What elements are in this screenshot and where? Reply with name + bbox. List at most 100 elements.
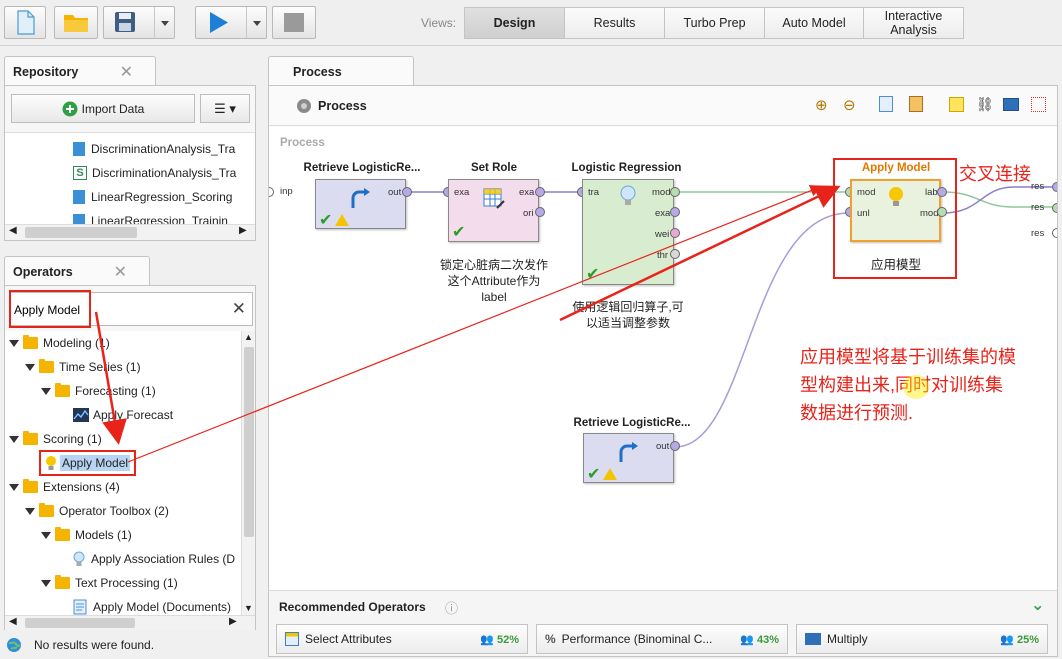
info-icon[interactable]: ⓘ bbox=[445, 598, 458, 617]
logreg-thr-out-port[interactable] bbox=[670, 249, 680, 259]
tree-node-text-processing[interactable]: Text Processing (1) bbox=[41, 572, 178, 594]
logreg-mod-out-port[interactable] bbox=[670, 187, 680, 197]
run-dropdown-arrow[interactable] bbox=[246, 7, 266, 38]
success-check-icon: ✔ bbox=[587, 466, 601, 483]
view-tab-design[interactable]: Design bbox=[464, 7, 565, 39]
tree-node-scoring[interactable]: Scoring (1) bbox=[9, 428, 102, 450]
tree-node-apply-forecast[interactable]: Apply Forecast bbox=[73, 404, 173, 426]
recommended-performance[interactable]: % Performance (Binominal C... 👥 43% bbox=[536, 624, 788, 654]
operators-horizontal-scrollbar[interactable]: ◀ ▶ bbox=[5, 615, 255, 630]
expand-triangle-icon[interactable] bbox=[41, 387, 51, 395]
scroll-right-icon[interactable]: ▶ bbox=[239, 225, 247, 236]
apply-mod-out-port[interactable] bbox=[937, 207, 947, 217]
scroll-thumb[interactable] bbox=[25, 618, 135, 628]
recommended-multiply[interactable]: Multiply 👥 25% bbox=[796, 624, 1048, 654]
setrole-ori-out-port[interactable] bbox=[535, 207, 545, 217]
tree-node-forecasting[interactable]: Forecasting (1) bbox=[41, 380, 156, 402]
tree-node-modeling[interactable]: Modeling (1) bbox=[9, 332, 110, 354]
view-tab-auto-model[interactable]: Auto Model bbox=[764, 7, 864, 39]
operators-tab-label: Operators bbox=[13, 265, 73, 279]
logreg-wei-out-port[interactable] bbox=[670, 228, 680, 238]
clear-search-icon[interactable]: ✕ bbox=[232, 299, 246, 319]
recommended-select-attributes[interactable]: Select Attributes 👥 52% bbox=[276, 624, 528, 654]
expand-triangle-icon[interactable] bbox=[41, 579, 51, 587]
scroll-left-icon[interactable]: ◀ bbox=[9, 225, 17, 236]
expand-triangle-icon[interactable] bbox=[25, 507, 35, 515]
port-label: thr bbox=[657, 250, 669, 261]
operator-retrieve-2[interactable]: ✔ out bbox=[583, 433, 674, 483]
paste-icon[interactable] bbox=[909, 96, 923, 112]
tab-operators[interactable]: Operators ✕ bbox=[4, 256, 150, 286]
result-port-3[interactable] bbox=[1052, 228, 1057, 238]
view-tab-interactive-analysis[interactable]: Interactive Analysis bbox=[863, 7, 964, 39]
process-canvas[interactable]: Process inp Retrieve LogisticRe... ✔ out… bbox=[269, 127, 1057, 589]
scroll-up-icon[interactable]: ▲ bbox=[244, 332, 253, 342]
close-repository-icon[interactable]: ✕ bbox=[120, 62, 133, 82]
operator-set-role[interactable]: exa exa ori ✔ bbox=[448, 179, 539, 242]
scroll-thumb[interactable] bbox=[25, 227, 137, 238]
plus-circle-icon bbox=[62, 101, 78, 116]
save-dropdown-arrow[interactable] bbox=[154, 7, 174, 38]
port-label: mod bbox=[652, 187, 671, 198]
expand-triangle-icon[interactable] bbox=[9, 339, 19, 347]
collapse-chevron-icon[interactable]: ⌄ bbox=[1031, 595, 1044, 615]
repository-menu-button[interactable]: ☰ ▾ bbox=[200, 94, 250, 123]
auto-wire-icon[interactable]: ⛓ bbox=[976, 96, 994, 113]
logreg-exa-out-port[interactable] bbox=[670, 207, 680, 217]
tree-node-extensions[interactable]: Extensions (4) bbox=[9, 476, 120, 498]
scroll-down-icon[interactable]: ▼ bbox=[244, 603, 253, 613]
scroll-left-icon[interactable]: ◀ bbox=[9, 616, 17, 627]
open-process-button[interactable] bbox=[54, 6, 98, 39]
repository-horizontal-scrollbar[interactable]: ◀ ▶ bbox=[5, 224, 255, 240]
stop-process-button[interactable] bbox=[272, 6, 316, 39]
tree-node-time-series[interactable]: Time Series (1) bbox=[25, 356, 141, 378]
expand-triangle-icon[interactable] bbox=[9, 483, 19, 491]
expand-triangle-icon[interactable] bbox=[25, 363, 35, 371]
copy-icon[interactable] bbox=[879, 96, 893, 112]
result-port-2[interactable] bbox=[1052, 203, 1057, 213]
expand-triangle-icon[interactable] bbox=[9, 435, 19, 443]
list-item[interactable]: LinearRegression_Scoring bbox=[73, 186, 232, 208]
new-process-button[interactable] bbox=[4, 6, 46, 39]
success-check-icon: ✔ bbox=[586, 266, 600, 283]
tree-node-models[interactable]: Models (1) bbox=[41, 524, 132, 546]
scroll-thumb[interactable] bbox=[244, 347, 254, 537]
folder-icon bbox=[39, 359, 54, 373]
setrole-exa-out-port[interactable] bbox=[535, 187, 545, 197]
add-note-icon[interactable] bbox=[949, 97, 964, 112]
list-item[interactable]: S DiscriminationAnalysis_Tra bbox=[73, 162, 236, 184]
list-item[interactable]: LinearRegression_Trainin bbox=[73, 210, 228, 224]
operator-retrieve-1[interactable]: ✔ out bbox=[315, 179, 406, 229]
tree-node-operator-toolbox[interactable]: Operator Toolbox (2) bbox=[25, 500, 169, 522]
retrieve2-out-port[interactable] bbox=[670, 441, 680, 451]
folder-icon bbox=[55, 527, 70, 541]
run-process-button[interactable] bbox=[195, 6, 267, 39]
tree-node-apply-model-documents[interactable]: Apply Model (Documents) bbox=[73, 596, 231, 617]
expand-triangle-icon[interactable] bbox=[41, 531, 51, 539]
operator-logistic-regression[interactable]: tra mod exa wei thr ✔ bbox=[582, 179, 674, 285]
recommended-pct: 👥 43% bbox=[740, 633, 779, 646]
operators-vertical-scrollbar[interactable]: ▲ ▼ bbox=[241, 331, 255, 617]
tree-node-apply-association-rules[interactable]: Apply Association Rules (D bbox=[73, 548, 235, 570]
import-data-button[interactable]: Import Data bbox=[11, 94, 195, 123]
retrieve1-out-port[interactable] bbox=[402, 187, 412, 197]
save-process-button[interactable] bbox=[103, 6, 175, 39]
zoom-out-icon[interactable]: ⊖ bbox=[843, 96, 856, 114]
tab-process[interactable]: Process bbox=[268, 56, 414, 86]
close-operators-icon[interactable]: ✕ bbox=[114, 262, 127, 282]
zoom-in-icon[interactable]: ⊕ bbox=[815, 96, 828, 114]
view-tab-turbo-prep[interactable]: Turbo Prep bbox=[664, 7, 765, 39]
view-tab-results[interactable]: Results bbox=[564, 7, 665, 39]
result-port-1[interactable] bbox=[1052, 182, 1057, 192]
scroll-right-icon[interactable]: ▶ bbox=[229, 616, 237, 627]
operator-apply-model[interactable]: mod unl lab mod bbox=[850, 179, 941, 242]
layers-icon[interactable] bbox=[1003, 98, 1019, 111]
tab-repository[interactable]: Repository ✕ bbox=[4, 56, 156, 86]
apply-lab-out-port[interactable] bbox=[937, 187, 947, 197]
tree-node-label: Time Series (1) bbox=[59, 360, 141, 374]
grid-dots-icon[interactable] bbox=[1031, 97, 1046, 112]
folder-icon bbox=[55, 575, 70, 589]
success-check-icon: ✔ bbox=[452, 224, 466, 241]
list-item[interactable]: DiscriminationAnalysis_Tra bbox=[73, 138, 235, 160]
tree-node-apply-model[interactable]: Apply Model bbox=[39, 450, 137, 476]
